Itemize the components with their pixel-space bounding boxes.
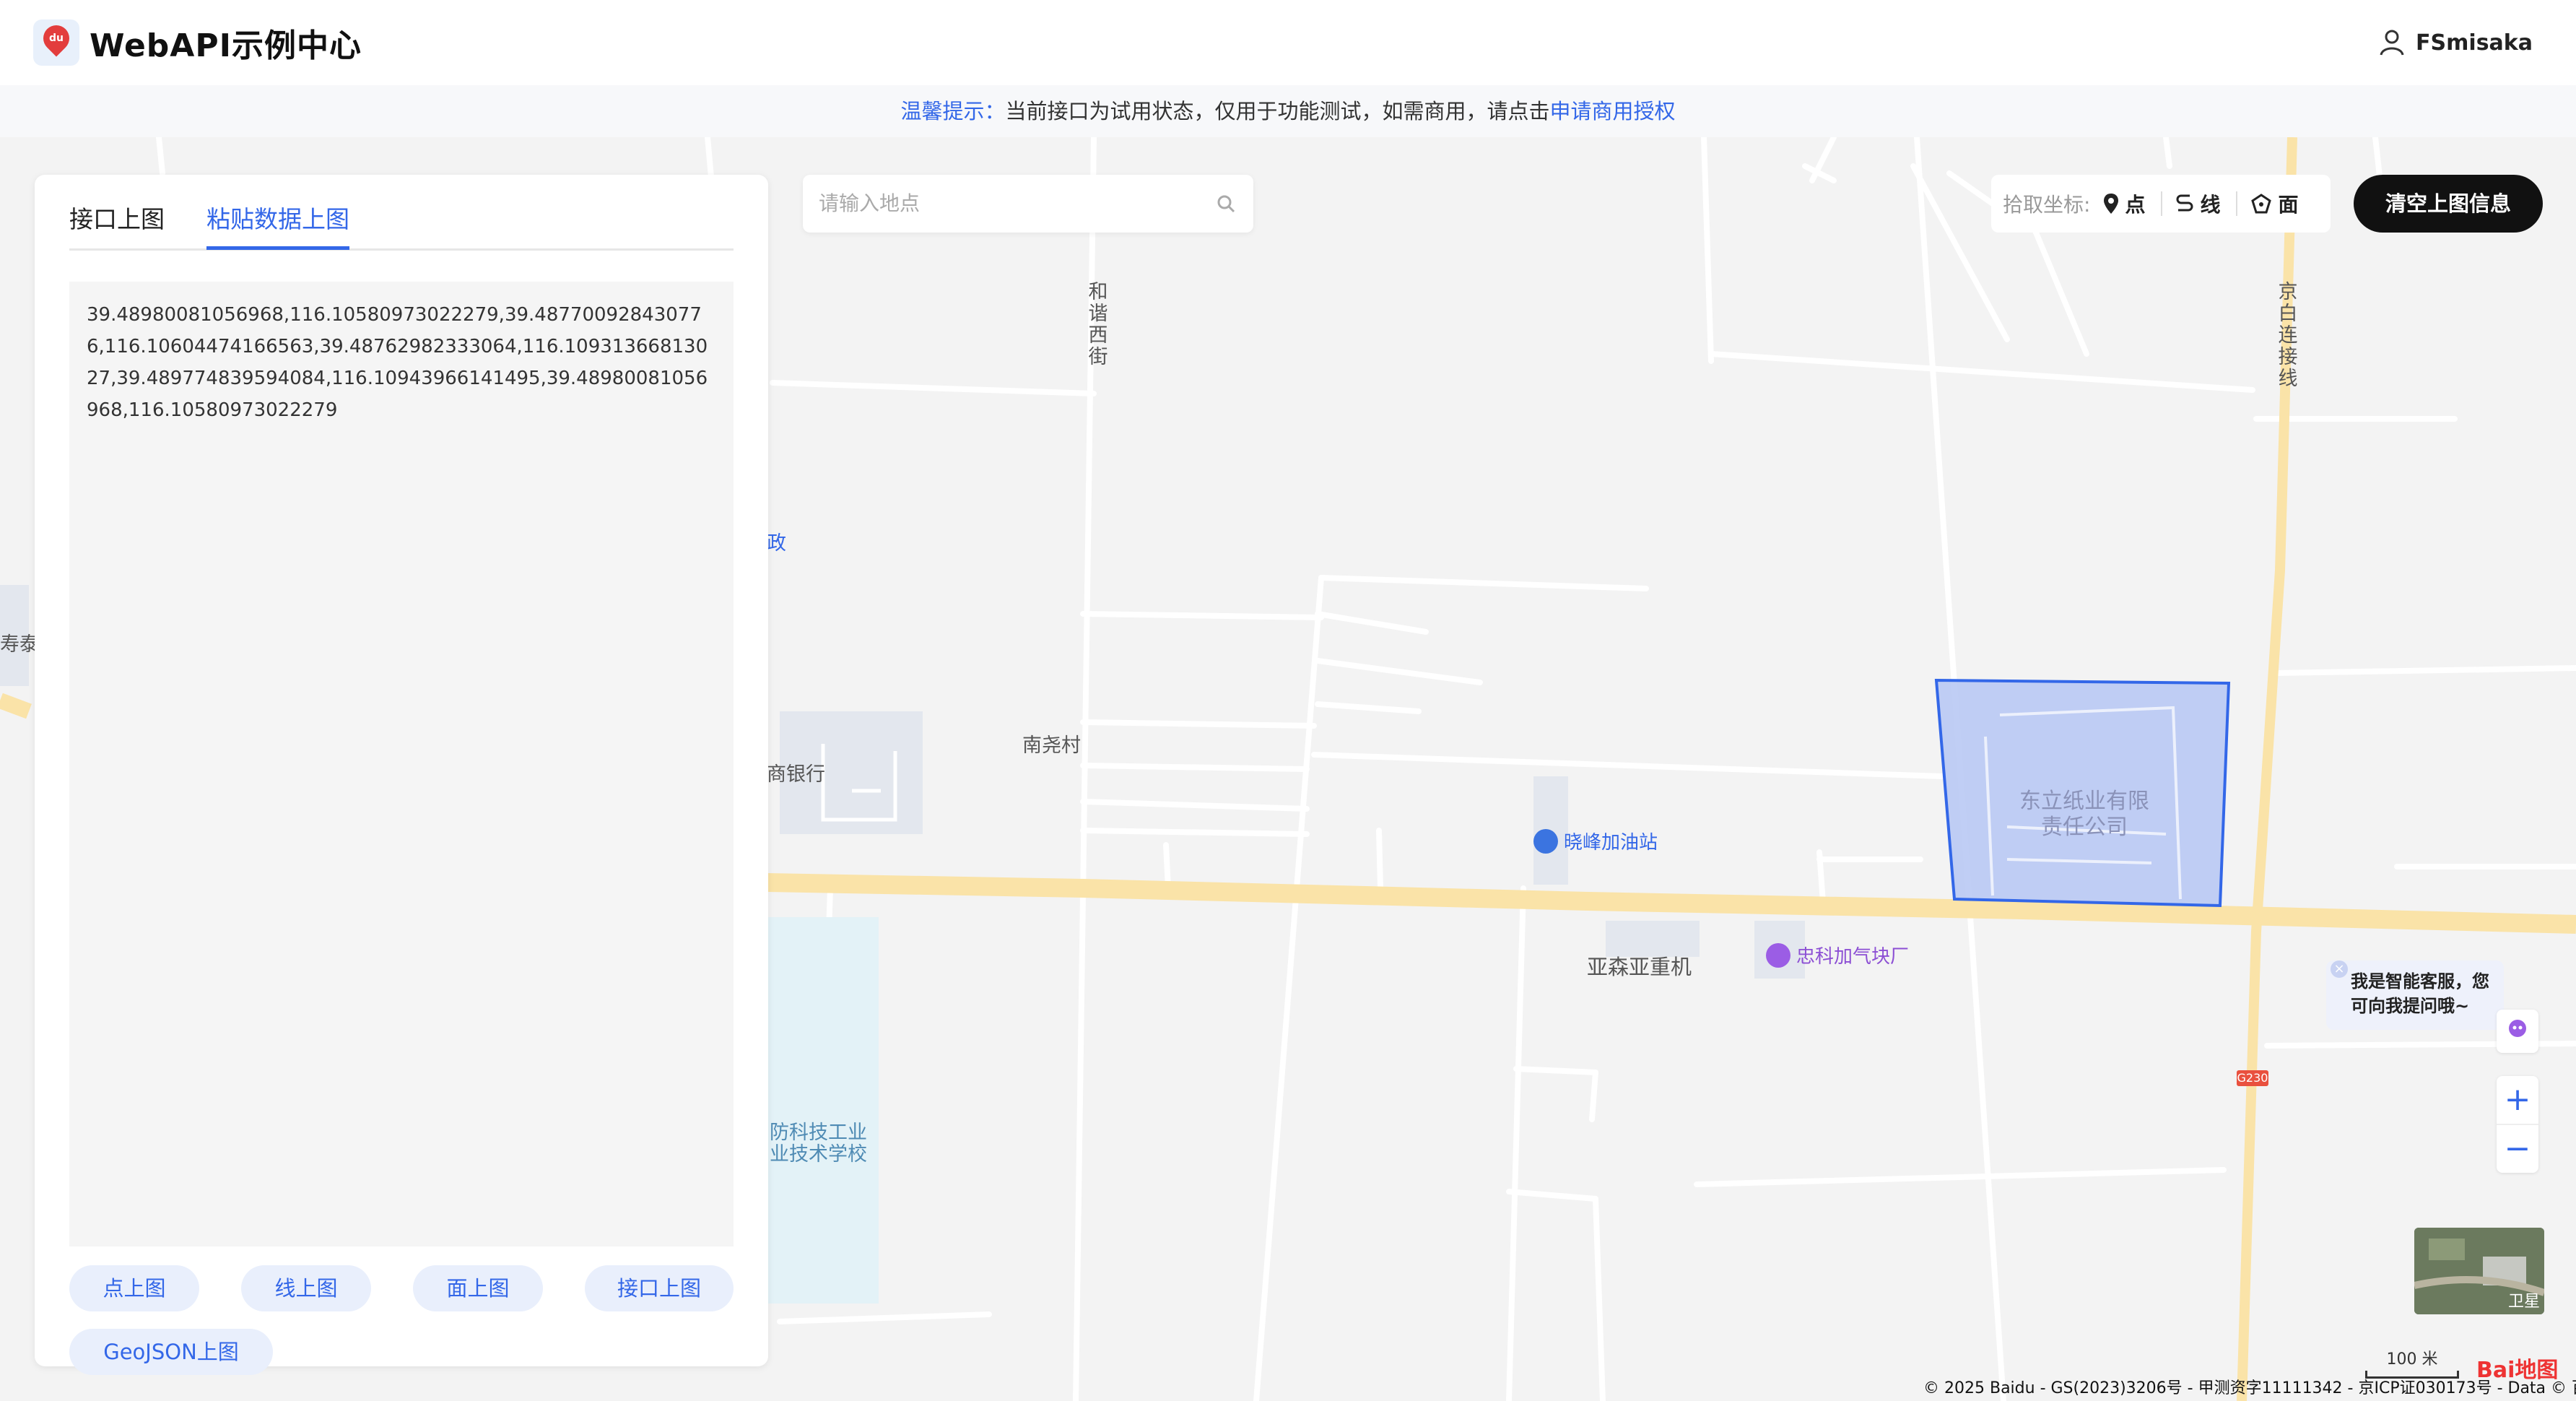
polygon-icon [2251,194,2272,214]
satellite-toggle[interactable]: 卫星 [2414,1228,2544,1314]
data-panel: 接口上图 粘贴数据上图 39.48980081056968,116.105809… [35,175,768,1375]
road-badge-g230: G230 [2237,1070,2268,1086]
apply-license-link[interactable]: 申请商用授权 [1550,99,1676,123]
polygon-label: 东立纸业有限 责任公司 [2001,789,2167,841]
map-pin-icon [2104,194,2119,214]
notice-text: 当前接口为试用状态，仅用于功能测试，如需商用，请点击 [1005,99,1550,123]
notice-label: 温馨提示： [900,99,1006,123]
search-placeholder: 请输入地点 [819,191,921,215]
clear-map-button[interactable]: 清空上图信息 [2354,175,2543,233]
user-menu[interactable]: FSmisaka [2380,0,2533,85]
zoom-out-button[interactable]: − [2497,1125,2538,1173]
search-icon[interactable] [1216,194,1236,214]
gas-station-icon [1533,828,1558,854]
notice-bar: 温馨提示：当前接口为试用状态，仅用于功能测试，如需商用，请点击申请商用授权 [0,85,2576,137]
pick-line-label: 线 [2200,193,2221,217]
assistant-close-icon[interactable]: × [2331,960,2348,978]
bank-label: 商银行 [767,763,825,786]
tab-api-plot[interactable]: 接口上图 [69,191,165,248]
polygon-label-line2: 责任公司 [2041,815,2128,840]
assistant-button[interactable] [2497,1010,2538,1053]
assistant-line2: 可向我提问哦~ [2351,996,2470,1016]
logo-text: du [49,32,64,44]
line-plot-button[interactable]: 线上图 [241,1265,371,1311]
pick-polygon-option[interactable]: 面 [2250,189,2298,218]
factory-icon [1766,942,1790,968]
gov-label: 政 [767,532,786,555]
zoom-control: + − [2497,1076,2538,1173]
pick-coords-label: 拾取坐标: [2003,193,2091,217]
tab-paste-plot[interactable]: 粘贴数据上图 [206,191,349,250]
school-label-2: 业技术学校 [770,1143,867,1166]
assistant-bubble[interactable]: × 我是智能客服，您 可向我提问哦~ [2326,960,2504,1030]
pick-coords-toolbar: 拾取坐标: 点 线 面 [1991,175,2331,233]
assistant-line1: 我是智能客服，您 [2351,971,2489,992]
coordinate-textarea[interactable]: 39.48980081056968,116.10580973022279,39.… [69,282,734,1246]
village-label: 南尧村 [1022,734,1081,757]
polygon-label-line1: 东立纸业有限 [2019,789,2149,814]
api-plot-button[interactable]: 接口上图 [585,1265,734,1311]
robot-icon [2509,1020,2526,1037]
map-scale: 100 米 [2365,1346,2459,1379]
pick-point-option[interactable]: 点 [2103,189,2145,218]
poi-brick-factory[interactable]: 忠科加气块厂 [1766,942,1909,968]
map-copyright: © 2025 Baidu - GS(2023)3206号 - 甲测资字11111… [1923,1379,2576,1397]
point-plot-button[interactable]: 点上图 [69,1265,199,1311]
left-edge-label: 寿泰 [0,633,39,656]
panel-tabs: 接口上图 粘贴数据上图 [69,191,734,251]
route-icon [2177,194,2193,212]
zoom-in-button[interactable]: + [2497,1076,2538,1124]
brick-factory-label: 忠科加气块厂 [1796,946,1910,968]
road-label-hexie: 和谐西街 [1088,281,1108,368]
header-bar: du WebAPI示例中心 FSmisaka [0,0,2576,85]
gas-station-label: 晓峰加油站 [1564,832,1658,854]
username: FSmisaka [2416,30,2533,56]
poi-gas-station[interactable]: 晓峰加油站 [1533,828,1658,854]
scale-text: 100 米 [2386,1350,2438,1369]
satellite-label: 卫星 [2507,1293,2540,1311]
pick-point-label: 点 [2125,193,2146,217]
polygon-plot-button[interactable]: 面上图 [413,1265,543,1311]
geojson-plot-button[interactable]: GeoJSON上图 [69,1329,273,1375]
app-title[interactable]: WebAPI示例中心 [90,19,362,66]
user-icon [2380,30,2404,56]
place-search[interactable]: 请输入地点 [803,175,1253,233]
pick-polygon-label: 面 [2278,193,2299,217]
pick-line-option[interactable]: 线 [2175,189,2220,218]
app-logo[interactable]: du [33,19,79,66]
crane-label: 亚森亚重机 [1587,955,1692,979]
road-label-jingbai: 京白连接线 [2278,281,2298,390]
